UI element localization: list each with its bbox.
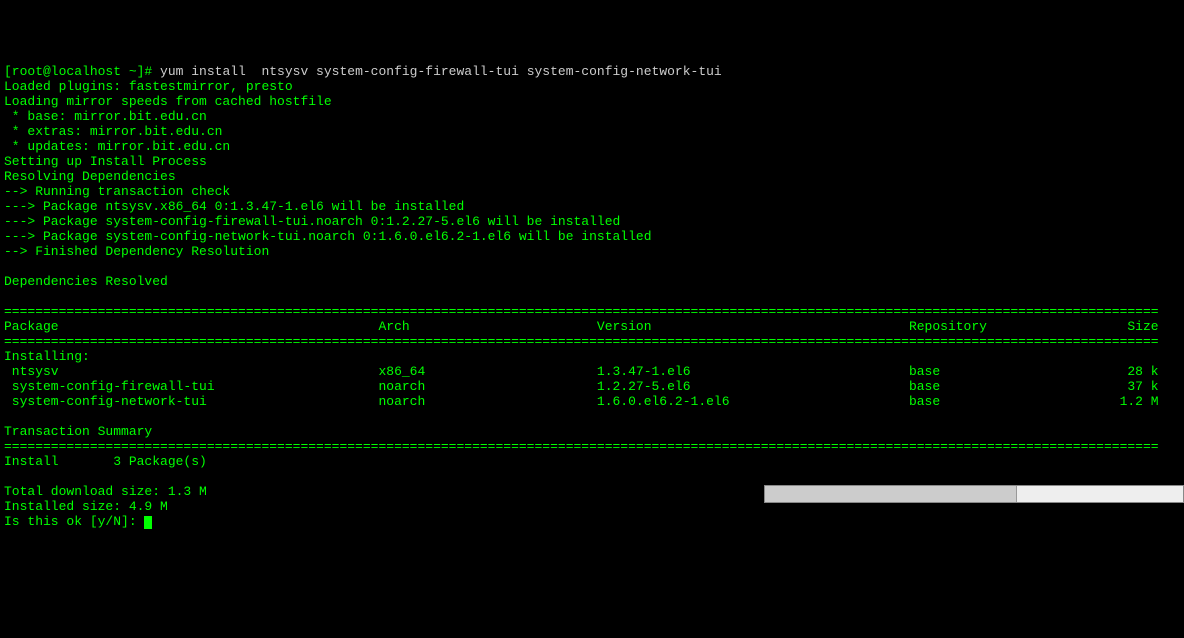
terminal-output: [root@localhost ~]# yum install ntsysv s… bbox=[4, 64, 1180, 529]
horizontal-scrollbar-thumb[interactable] bbox=[765, 486, 1017, 502]
horizontal-scrollbar[interactable] bbox=[764, 485, 1184, 503]
cursor bbox=[144, 516, 152, 529]
